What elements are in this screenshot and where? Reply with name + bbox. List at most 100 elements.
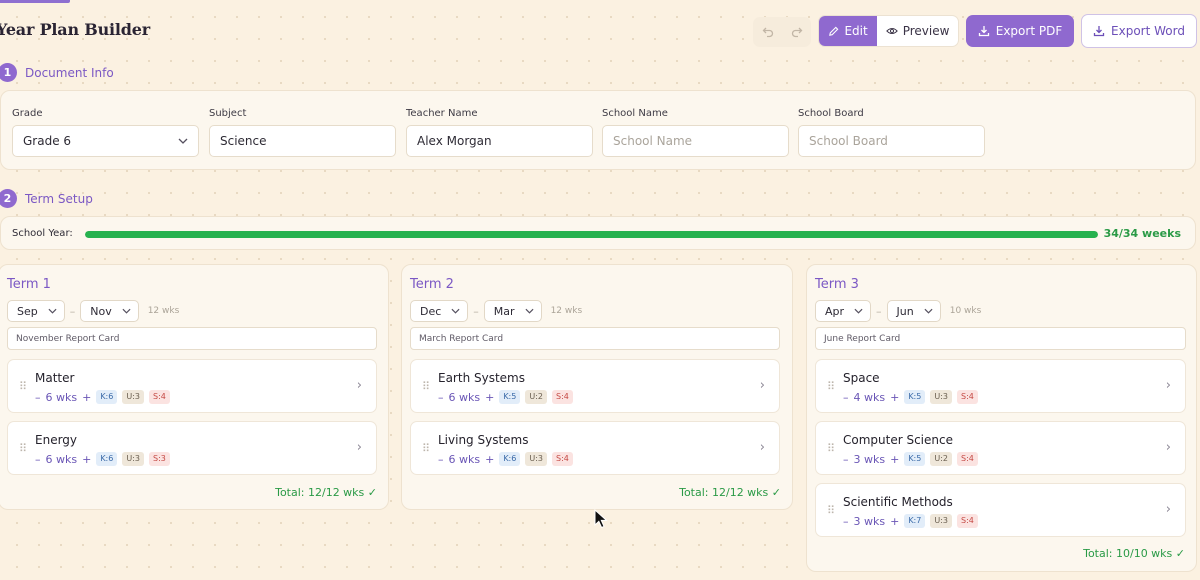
decrement-weeks-button[interactable]: – bbox=[438, 391, 444, 404]
increment-weeks-button[interactable]: + bbox=[82, 391, 91, 404]
teacher-label: Teacher Name bbox=[406, 108, 478, 119]
term-total: Total: 10/10 wks ✓ bbox=[1083, 547, 1185, 560]
unit-name: Earth Systems bbox=[438, 371, 525, 385]
unit-weeks: 3 wks bbox=[853, 514, 886, 528]
knowledge-tag: K:5 bbox=[499, 390, 521, 404]
unit-card[interactable]: ⠿ Energy – 6 wks + K:6 U:3 S:3 › bbox=[7, 421, 377, 475]
export-word-button[interactable]: Export Word bbox=[1081, 14, 1197, 48]
drag-handle-icon[interactable]: ⠿ bbox=[19, 442, 27, 455]
understanding-tag: U:3 bbox=[122, 390, 144, 404]
end-month-value: Nov bbox=[90, 304, 112, 318]
export-pdf-button[interactable]: Export PDF bbox=[966, 15, 1074, 47]
end-month-value: Mar bbox=[493, 304, 515, 318]
increment-weeks-button[interactable]: + bbox=[890, 391, 899, 404]
grade-select[interactable]: Grade 6 bbox=[12, 125, 199, 157]
term-title: Term 3 bbox=[815, 277, 859, 292]
drag-handle-icon[interactable]: ⠿ bbox=[19, 380, 27, 393]
subject-input[interactable]: Science bbox=[209, 125, 396, 157]
unit-card[interactable]: ⠿ Scientific Methods – 3 wks + K:7 U:3 S… bbox=[815, 483, 1186, 537]
skills-tag: S:3 bbox=[148, 452, 170, 466]
start-month-select[interactable]: Dec bbox=[410, 300, 469, 322]
decrement-weeks-button[interactable]: – bbox=[35, 453, 41, 466]
drag-handle-icon[interactable]: ⠿ bbox=[827, 442, 835, 455]
drag-handle-icon[interactable]: ⠿ bbox=[827, 504, 835, 517]
term-title: Term 2 bbox=[410, 277, 454, 292]
end-month-select[interactable]: Mar bbox=[483, 300, 542, 322]
document-info-card: Grade Grade 6 Subject Science Teacher Na… bbox=[0, 90, 1196, 170]
chevron-right-icon[interactable]: › bbox=[357, 378, 362, 393]
chevron-right-icon[interactable]: › bbox=[760, 440, 765, 455]
increment-weeks-button[interactable]: + bbox=[890, 515, 899, 528]
increment-weeks-button[interactable]: + bbox=[485, 453, 494, 466]
report-card-input[interactable]: November Report Card bbox=[7, 327, 377, 350]
preview-mode-button[interactable]: Preview bbox=[877, 16, 958, 46]
end-month-select[interactable]: Nov bbox=[80, 300, 139, 322]
teacher-name-input[interactable]: Alex Morgan bbox=[406, 125, 593, 157]
skills-tag: S:4 bbox=[148, 390, 170, 404]
unit-card[interactable]: ⠿ Computer Science – 3 wks + K:5 U:2 S:4… bbox=[815, 421, 1186, 475]
undo-icon bbox=[762, 27, 773, 38]
drag-handle-icon[interactable]: ⠿ bbox=[422, 380, 430, 393]
board-label: School Board bbox=[798, 108, 864, 119]
start-month-value: Apr bbox=[825, 304, 845, 318]
download-icon bbox=[1093, 26, 1105, 37]
app-header: Year Plan Builder Edit Preview Export PD… bbox=[0, 14, 1200, 50]
page-title: Year Plan Builder bbox=[0, 20, 150, 39]
knowledge-tag: K:6 bbox=[96, 452, 118, 466]
chevron-down-icon bbox=[451, 308, 460, 314]
school-field: School Name School Name bbox=[602, 108, 789, 157]
school-name-input[interactable]: School Name bbox=[602, 125, 789, 157]
unit-name: Living Systems bbox=[438, 433, 529, 447]
undo-button[interactable] bbox=[753, 17, 782, 47]
redo-icon bbox=[791, 27, 802, 38]
unit-card[interactable]: ⠿ Earth Systems – 6 wks + K:5 U:2 S:4 › bbox=[410, 359, 780, 413]
decrement-weeks-button[interactable]: – bbox=[438, 453, 444, 466]
chevron-right-icon[interactable]: › bbox=[1166, 440, 1171, 455]
unit-weeks: 6 wks bbox=[45, 452, 78, 466]
unit-card[interactable]: ⠿ Living Systems – 6 wks + K:6 U:3 S:4 › bbox=[410, 421, 780, 475]
drag-handle-icon[interactable]: ⠿ bbox=[422, 442, 430, 455]
section-title: Term Setup bbox=[25, 191, 93, 206]
unit-card[interactable]: ⠿ Space – 4 wks + K:5 U:3 S:4 › bbox=[815, 359, 1186, 413]
decrement-weeks-button[interactable]: – bbox=[35, 391, 41, 404]
month-range: Apr – Jun 10 wks bbox=[815, 300, 981, 322]
preview-label: Preview bbox=[902, 24, 950, 38]
report-card-input[interactable]: June Report Card bbox=[815, 327, 1186, 350]
decrement-weeks-button[interactable]: – bbox=[843, 391, 849, 404]
increment-weeks-button[interactable]: + bbox=[82, 453, 91, 466]
knowledge-tag: K:6 bbox=[499, 452, 521, 466]
start-month-select[interactable]: Sep bbox=[7, 300, 65, 322]
report-card-input[interactable]: March Report Card bbox=[410, 327, 780, 350]
increment-weeks-button[interactable]: + bbox=[485, 391, 494, 404]
term-weeks: 12 wks bbox=[147, 306, 180, 316]
start-month-value: Dec bbox=[420, 304, 442, 318]
export-pdf-label: Export PDF bbox=[995, 24, 1063, 38]
unit-meta: – 6 wks + K:5 U:2 S:4 bbox=[438, 390, 573, 404]
understanding-tag: U:2 bbox=[525, 390, 547, 404]
chevron-down-icon bbox=[178, 138, 188, 144]
understanding-tag: U:3 bbox=[930, 390, 952, 404]
chevron-right-icon[interactable]: › bbox=[760, 378, 765, 393]
school-year-label: School Year: bbox=[12, 228, 73, 239]
grade-field: Grade Grade 6 bbox=[12, 108, 199, 157]
end-month-select[interactable]: Jun bbox=[886, 300, 941, 322]
decrement-weeks-button[interactable]: – bbox=[843, 515, 849, 528]
chevron-right-icon[interactable]: › bbox=[1166, 502, 1171, 517]
term-title: Term 1 bbox=[7, 277, 51, 292]
unit-name: Computer Science bbox=[843, 433, 953, 447]
chevron-right-icon[interactable]: › bbox=[1166, 378, 1171, 393]
unit-card[interactable]: ⠿ Matter – 6 wks + K:6 U:3 S:4 › bbox=[7, 359, 377, 413]
decrement-weeks-button[interactable]: – bbox=[843, 453, 849, 466]
unit-meta: – 6 wks + K:6 U:3 S:3 bbox=[35, 452, 170, 466]
school-board-input[interactable]: School Board bbox=[798, 125, 985, 157]
understanding-tag: U:3 bbox=[122, 452, 144, 466]
unit-meta: – 4 wks + K:5 U:3 S:4 bbox=[843, 390, 978, 404]
term-weeks: 12 wks bbox=[550, 306, 583, 316]
chevron-right-icon[interactable]: › bbox=[357, 440, 362, 455]
term-card-2: Term 2 Dec – Mar 12 wks March Report Car… bbox=[401, 264, 793, 510]
increment-weeks-button[interactable]: + bbox=[890, 453, 899, 466]
start-month-select[interactable]: Apr bbox=[815, 300, 872, 322]
drag-handle-icon[interactable]: ⠿ bbox=[827, 380, 835, 393]
edit-mode-button[interactable]: Edit bbox=[819, 16, 878, 46]
redo-button[interactable] bbox=[782, 17, 811, 47]
